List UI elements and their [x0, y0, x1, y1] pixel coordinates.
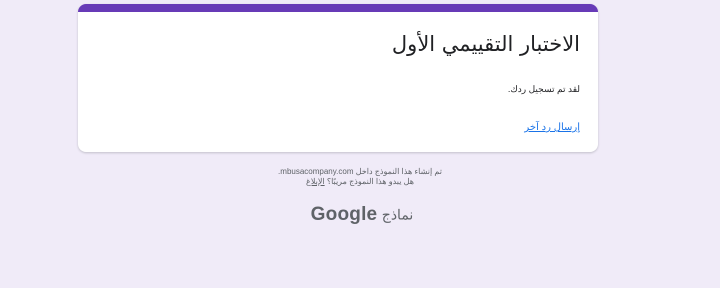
- google-forms-logo[interactable]: نماذج Google: [0, 204, 720, 226]
- footer-domain-notice: تم إنشاء هذا النموذج داخل mbusacompany.c…: [278, 167, 442, 176]
- google-wordmark: Google: [310, 204, 378, 225]
- footer-suspicious-text: هل يبدو هذا النموذج مريبًا؟: [326, 177, 414, 186]
- form-title: الاختبار التقييمي الأول: [391, 32, 580, 56]
- card-accent-bar: [78, 4, 598, 12]
- submit-another-response-link[interactable]: إرسال رد آخر: [524, 122, 580, 133]
- forms-wordmark: نماذج: [381, 206, 414, 223]
- report-abuse-link[interactable]: الإبلاغ: [306, 177, 325, 186]
- footer-report-notice: هل يبدو هذا النموذج مريبًا؟ الإبلاغ: [0, 177, 720, 186]
- confirmation-message: لقد تم تسجيل ردك.: [507, 84, 580, 94]
- confirmation-card: الاختبار التقييمي الأول لقد تم تسجيل ردك…: [78, 4, 598, 152]
